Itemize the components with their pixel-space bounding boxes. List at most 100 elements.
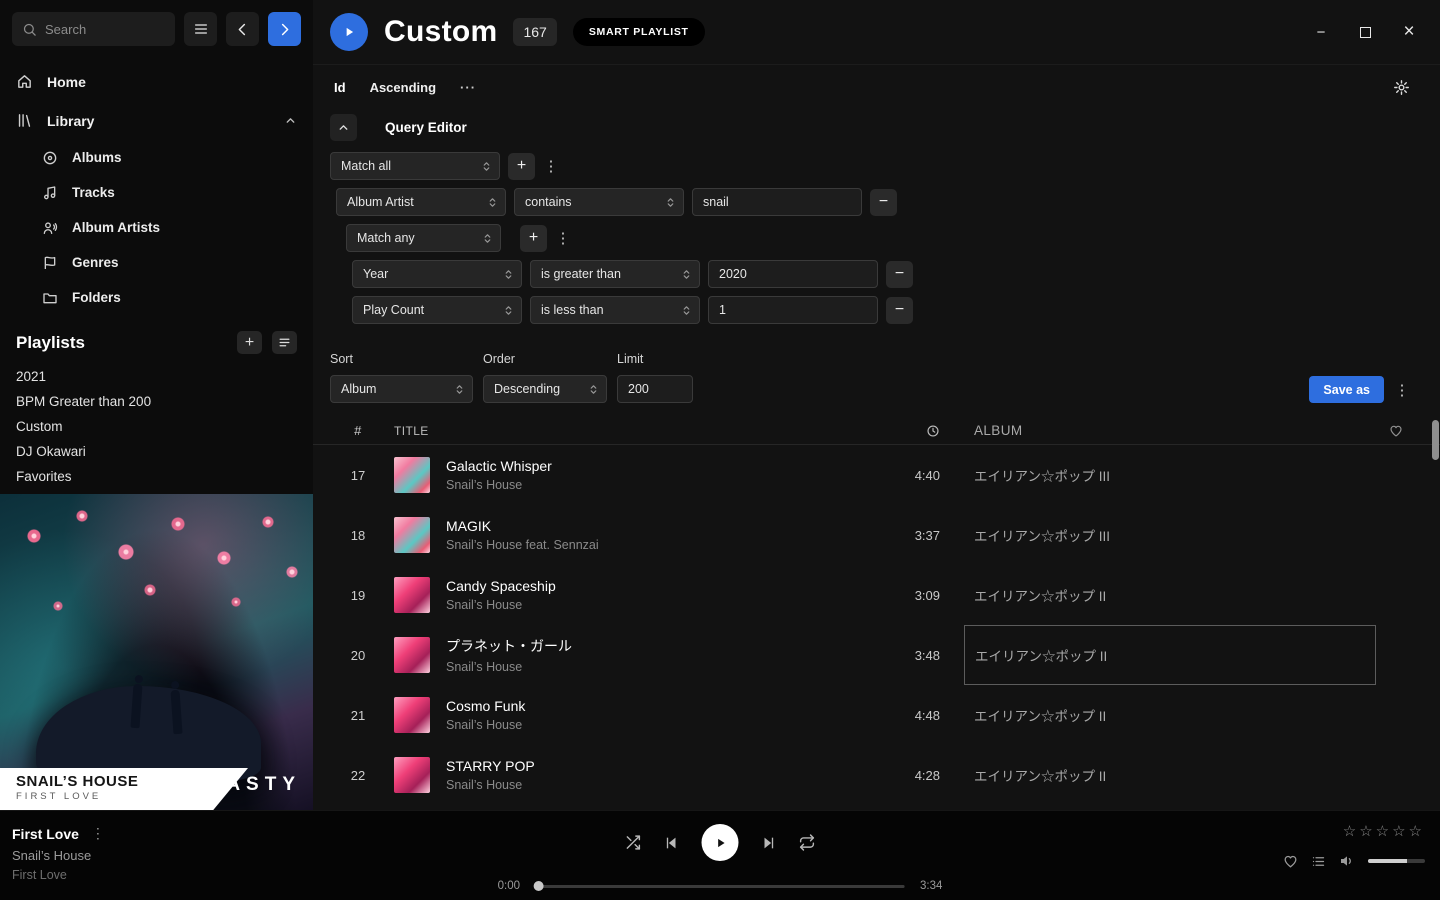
table-row[interactable]: 22 STARRY POP Snail’s House 4:28 エイリアン☆ポ… (313, 745, 1440, 805)
track-artist[interactable]: Snail’s House (446, 778, 884, 792)
window-close-button[interactable]: × (1400, 23, 1418, 41)
now-playing-menu-button[interactable]: ⋮ (91, 825, 105, 842)
track-album[interactable]: エイリアン☆ポップ III (964, 505, 1376, 565)
sidebar-item-library[interactable]: Library (0, 101, 313, 140)
add-rule-button[interactable]: + (508, 153, 535, 180)
more-options-button[interactable]: ··· (460, 80, 476, 95)
search-box[interactable] (12, 12, 175, 46)
query-menu-button[interactable]: ⋮ (1394, 376, 1410, 403)
track-title[interactable]: Galactic Whisper (446, 458, 884, 474)
order-select[interactable]: Descending (483, 375, 607, 403)
playlist-item[interactable]: Favorites (16, 464, 297, 489)
now-playing-album[interactable]: First Love (12, 868, 105, 882)
table-row[interactable]: 19 Candy Spaceship Snail’s House 3:09 エイ… (313, 565, 1440, 625)
rule-operator-select[interactable]: is greater than (530, 260, 700, 288)
table-row[interactable]: 18 MAGIK Snail’s House feat. Sennzai 3:3… (313, 505, 1440, 565)
column-title[interactable]: TITLE (394, 424, 884, 438)
track-artist[interactable]: Snail’s House (446, 660, 884, 674)
track-artist[interactable]: Snail’s House (446, 598, 884, 612)
track-artist[interactable]: Snail’s House (446, 718, 884, 732)
track-title[interactable]: プラネット・ガール (446, 636, 884, 656)
track-artist[interactable]: Snail’s House (446, 478, 884, 492)
match-all-select[interactable]: Match all (330, 152, 500, 180)
nav-back-button[interactable] (226, 12, 259, 46)
track-artist[interactable]: Snail’s House feat. Sennzai (446, 538, 884, 552)
track-album[interactable]: エイリアン☆ポップ II (964, 745, 1376, 805)
track-album[interactable]: エイリアン☆ポップ III (964, 445, 1376, 505)
star-icon[interactable]: ☆ (1359, 823, 1375, 840)
sidebar-item-tracks[interactable]: Tracks (42, 175, 313, 210)
nav-forward-button[interactable] (268, 12, 301, 46)
rule-value-input[interactable] (708, 296, 878, 324)
volume-slider[interactable] (1368, 859, 1425, 863)
table-row[interactable]: 21 Cosmo Funk Snail’s House 4:48 エイリアン☆ポ… (313, 685, 1440, 745)
rule-group-menu-button[interactable]: ⋮ (543, 153, 559, 180)
playlist-item[interactable]: 2021 (16, 364, 297, 389)
sidebar-item-home[interactable]: Home (0, 62, 313, 101)
column-favorite[interactable] (1376, 424, 1416, 438)
next-track-button[interactable] (761, 835, 777, 851)
play-playlist-button[interactable] (330, 13, 368, 51)
now-playing-artist[interactable]: Snail’s House (12, 848, 105, 863)
star-icon[interactable]: ☆ (1409, 823, 1425, 840)
seek-slider[interactable] (535, 885, 905, 888)
column-album[interactable]: ALBUM (964, 417, 1376, 444)
rule-value-input[interactable] (692, 188, 862, 216)
playlist-item[interactable]: BPM Greater than 200 (16, 389, 297, 414)
sort-direction-button[interactable]: Ascending (370, 80, 436, 95)
playlist-item[interactable]: Custom (16, 414, 297, 439)
rule-field-select[interactable]: Year (352, 260, 522, 288)
sort-field-button[interactable]: Id (334, 80, 346, 95)
track-album[interactable]: エイリアン☆ポップ II (964, 685, 1376, 745)
window-minimize-button[interactable]: − (1312, 23, 1330, 41)
volume-icon[interactable] (1339, 853, 1355, 869)
play-pause-button[interactable] (702, 824, 739, 861)
table-row[interactable]: 17 Galactic Whisper Snail’s House 4:40 エ… (313, 445, 1440, 505)
queue-button[interactable] (1311, 854, 1326, 869)
save-as-button[interactable]: Save as (1309, 376, 1384, 403)
add-rule-button[interactable]: + (520, 225, 547, 252)
settings-gear-icon[interactable] (1393, 79, 1410, 96)
sidebar-item-album-artists[interactable]: Album Artists (42, 210, 313, 245)
track-title[interactable]: STARRY POP (446, 758, 884, 774)
star-icon[interactable]: ☆ (1376, 823, 1392, 840)
sidebar-item-folders[interactable]: Folders (42, 280, 313, 315)
playlist-list-button[interactable] (272, 331, 297, 354)
rule-value-input[interactable] (708, 260, 878, 288)
sort-select[interactable]: Album (330, 375, 473, 403)
repeat-button[interactable] (799, 834, 816, 851)
star-icon[interactable]: ☆ (1343, 823, 1359, 840)
match-any-select[interactable]: Match any (346, 224, 501, 252)
window-maximize-button[interactable] (1356, 23, 1374, 41)
query-editor-collapse-button[interactable] (330, 114, 357, 141)
track-album[interactable]: エイリアン☆ポップ II (964, 565, 1376, 625)
add-playlist-button[interactable]: + (237, 331, 262, 354)
remove-rule-button[interactable]: − (886, 297, 913, 324)
now-playing-artwork[interactable]: SNAIL’S HOUSE FIRST LOVE TASTY (0, 494, 313, 810)
column-index[interactable]: # (330, 423, 386, 438)
rule-operator-select[interactable]: is less than (530, 296, 700, 324)
column-duration[interactable] (884, 424, 940, 438)
chevron-up-icon[interactable] (284, 114, 297, 127)
rating-stars[interactable]: ☆☆☆☆☆ (1343, 824, 1425, 839)
scrollbar-thumb[interactable] (1432, 420, 1439, 460)
sidebar-item-albums[interactable]: Albums (42, 140, 313, 175)
remove-rule-button[interactable]: − (886, 261, 913, 288)
rule-field-select[interactable]: Album Artist (336, 188, 506, 216)
menu-button[interactable] (184, 12, 217, 46)
seek-handle[interactable] (534, 881, 544, 891)
remove-rule-button[interactable]: − (870, 189, 897, 216)
sidebar-item-genres[interactable]: Genres (42, 245, 313, 280)
favorite-button[interactable] (1283, 854, 1298, 869)
playlist-item[interactable]: DJ Okawari (16, 439, 297, 464)
rule-operator-select[interactable]: contains (514, 188, 684, 216)
track-album-focused-cell[interactable]: エイリアン☆ポップ II (964, 625, 1376, 685)
table-row[interactable]: 20 プラネット・ガール Snail’s House 3:48 エイリアン☆ポッ… (313, 625, 1440, 685)
rule-group-menu-button[interactable]: ⋮ (555, 225, 571, 252)
track-title[interactable]: MAGIK (446, 518, 884, 534)
rule-field-select[interactable]: Play Count (352, 296, 522, 324)
limit-input[interactable] (617, 375, 693, 403)
previous-track-button[interactable] (664, 835, 680, 851)
track-title[interactable]: Candy Spaceship (446, 578, 884, 594)
shuffle-button[interactable] (625, 834, 642, 851)
